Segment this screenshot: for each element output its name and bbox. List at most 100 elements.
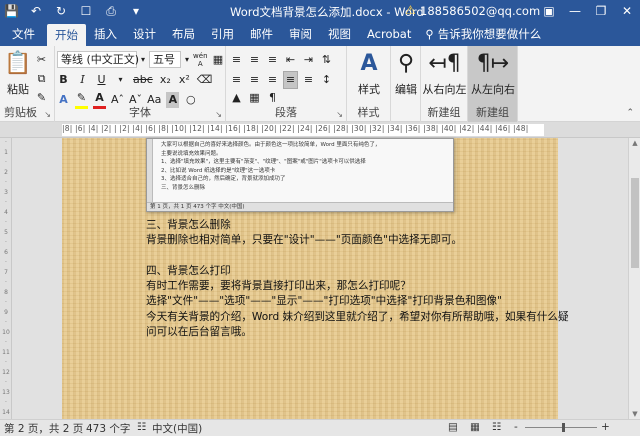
quick-access-toolbar: 💾 ↶ ↻ ☐ ⎙ ▾ (4, 3, 143, 19)
increase-indent-icon[interactable]: ⇥ (302, 52, 315, 68)
paragraph (146, 249, 569, 264)
tab-view[interactable]: 视图 (320, 22, 359, 46)
rtl-button[interactable]: ↤¶从右向左 (422, 50, 467, 97)
chevron-down-icon[interactable]: ▾ (114, 72, 127, 88)
undo-icon[interactable]: ↶ (29, 3, 43, 19)
ribbon-tabs: 文件 开始 插入 设计 布局 引用 邮件 审阅 视图 Acrobat ⚲告诉我你… (0, 22, 640, 46)
ltr-button[interactable]: ¶↦从左向右 (470, 50, 516, 97)
ribbon-display-icon[interactable]: ▣ (536, 0, 562, 22)
ltr-icon: ¶↦ (470, 50, 516, 78)
tab-layout[interactable]: 布局 (164, 22, 203, 46)
horizontal-ruler[interactable]: |8| |6| |4| |2| | |2| |4| |6| |8| |10| |… (0, 122, 640, 138)
tab-file[interactable]: 文件 (0, 22, 47, 46)
tab-references[interactable]: 引用 (203, 22, 242, 46)
subscript-icon[interactable]: x₂ (159, 72, 172, 88)
styles-label: 样式 (347, 104, 390, 120)
rtl-icon: ↤¶ (422, 50, 467, 78)
font-size-select[interactable]: 五号 (149, 51, 181, 68)
align-center-icon[interactable]: ≡ (248, 72, 261, 88)
copy-icon[interactable]: ⧉ (35, 71, 48, 87)
clear-format-icon[interactable]: ⌫ (197, 72, 213, 88)
read-mode-icon[interactable]: ▤ (448, 421, 458, 433)
embedded-screenshot: 大家可以根据自己的喜好来选择颜色。由于颜色这一项比较简单，Word 里面只有纯色… (146, 138, 454, 212)
paragraph: 选择"文件"——"选项"——"显示"——"打印选项"中选择"打印背景色和图像" (146, 294, 569, 309)
proofing-icon[interactable]: ☷ (137, 421, 146, 433)
document-page[interactable]: 大家可以根据自己的喜好来选择颜色。由于颜色这一项比较简单，Word 里面只有纯色… (62, 138, 558, 419)
font-name-select[interactable]: 等线 (中文正文) (57, 51, 137, 68)
justify-icon[interactable]: ≡ (284, 72, 297, 88)
document-title: Word文档背景怎么添加.docx - Word (230, 4, 424, 20)
dialog-launcher-icon[interactable]: ↘ (215, 110, 222, 119)
window-controls: ▣ — ❐ ✕ (536, 0, 640, 22)
cut-icon[interactable]: ✂ (35, 52, 48, 68)
save-icon[interactable]: 💾 (4, 3, 18, 19)
multilevel-icon[interactable]: ≡ (266, 52, 279, 68)
account-email[interactable]: 188586502@qq.com (420, 4, 540, 18)
zoom-in-button[interactable]: + (601, 421, 610, 433)
new-group-ltr: ¶↦从左向右 新建组 (468, 46, 518, 122)
vertical-scrollbar[interactable]: ▲ ▼ (628, 138, 640, 419)
language[interactable]: 中文(中国) (152, 421, 202, 436)
paste-button[interactable]: 📋粘贴 (4, 50, 32, 97)
dialog-launcher-icon[interactable]: ↘ (44, 110, 51, 119)
font-group: 等线 (中文正文) ▾ 五号 ▾ wén A ▦ B I U ▾ abc x₂ x²… (55, 46, 226, 122)
scroll-down-icon[interactable]: ▼ (629, 410, 640, 418)
web-layout-icon[interactable]: ☷ (492, 421, 501, 433)
char-border-icon[interactable]: ▦ (212, 52, 225, 68)
print-layout-icon[interactable]: ▦ (470, 421, 480, 433)
sort-icon[interactable]: ⇅ (320, 52, 333, 68)
document-body[interactable]: 三、背景怎么删除 背景删除也相对简单，只要在"设计"——"页面颜色"中选择无即可… (146, 218, 569, 340)
bold-icon[interactable]: B (57, 72, 70, 88)
superscript-icon[interactable]: x² (178, 72, 191, 88)
tab-review[interactable]: 审阅 (281, 22, 320, 46)
clipboard-icon: 📋 (4, 50, 32, 78)
phonetic-guide-icon[interactable]: wén A (193, 52, 207, 68)
zoom-out-button[interactable]: - (514, 421, 518, 433)
tab-mailings[interactable]: 邮件 (242, 22, 281, 46)
print-icon[interactable]: ⎙ (104, 3, 118, 19)
tell-me-search[interactable]: ⚲告诉我你想要做什么 (419, 22, 549, 46)
new-group-label: 新建组 (421, 104, 467, 120)
collapse-ribbon-icon[interactable]: ⌃ (626, 108, 634, 118)
redo-icon[interactable]: ↻ (54, 3, 68, 19)
bullets-icon[interactable]: ≡ (230, 52, 243, 68)
tab-acrobat[interactable]: Acrobat (359, 22, 419, 46)
scroll-thumb[interactable] (631, 178, 639, 268)
customize-icon[interactable]: ▾ (129, 3, 143, 19)
line-spacing-icon[interactable]: ↕ (320, 72, 333, 88)
restore-icon[interactable]: ❐ (588, 0, 614, 22)
zoom-slider[interactable] (525, 427, 597, 428)
scroll-up-icon[interactable]: ▲ (629, 139, 640, 147)
chevron-down-icon[interactable]: ▾ (185, 55, 189, 64)
warning-icon[interactable]: ⚠ (405, 3, 416, 17)
tab-design[interactable]: 设计 (125, 22, 164, 46)
align-right-icon[interactable]: ≡ (266, 72, 279, 88)
styles-button[interactable]: A样式 (351, 50, 387, 97)
page-count[interactable]: 第 2 页，共 2 页 (4, 421, 83, 436)
vertical-ruler[interactable]: ·1·2·3·4·5·6·7·8·9·10·11·12·13·14· (0, 138, 12, 419)
magnifier-icon: ⚲ (393, 50, 419, 78)
distributed-icon[interactable]: ≡ (302, 72, 315, 88)
underline-icon[interactable]: U (95, 72, 108, 88)
close-icon[interactable]: ✕ (614, 0, 640, 22)
font-label: 字体 (55, 104, 225, 120)
clipboard-group: 📋粘贴 ✂ ⧉ ✎ 剪贴板 ↘ (0, 46, 55, 122)
dialog-launcher-icon[interactable]: ↘ (336, 110, 343, 119)
minimize-icon[interactable]: — (562, 0, 588, 22)
italic-icon[interactable]: I (76, 72, 89, 88)
word-count[interactable]: 473 个字 (86, 421, 130, 436)
tab-home[interactable]: 开始 (47, 24, 86, 46)
inset-text: 大家可以根据自己的喜好来选择颜色。由于颜色这一项比较简单，Word 里面只有纯色… (161, 141, 380, 193)
new-doc-icon[interactable]: ☐ (79, 3, 93, 19)
chevron-down-icon[interactable]: ▾ (141, 55, 145, 64)
strikethrough-icon[interactable]: abc (133, 72, 153, 88)
numbering-icon[interactable]: ≡ (248, 52, 261, 68)
editing-button[interactable]: ⚲编辑 (393, 50, 419, 97)
new-group-label: 新建组 (468, 104, 517, 120)
zoom-slider-knob[interactable] (562, 423, 565, 432)
tab-insert[interactable]: 插入 (86, 22, 125, 46)
document-canvas: 大家可以根据自己的喜好来选择颜色。由于颜色这一项比较简单，Word 里面只有纯色… (12, 138, 628, 419)
styles-group: A样式 样式 (347, 46, 391, 122)
align-left-icon[interactable]: ≡ (230, 72, 243, 88)
decrease-indent-icon[interactable]: ⇤ (284, 52, 297, 68)
